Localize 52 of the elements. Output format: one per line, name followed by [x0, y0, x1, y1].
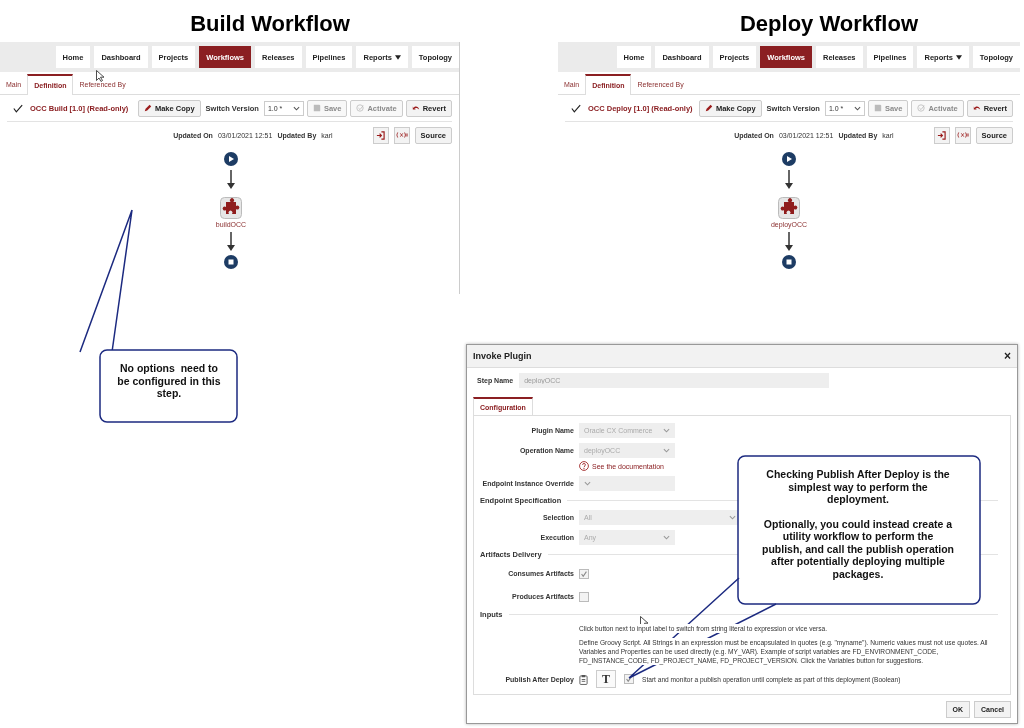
flow-arrow: [785, 232, 793, 251]
callout-text: Checking Publish After Deploy is the simplest way to perform the deployment.: [765, 468, 951, 506]
chevron-icon: [663, 535, 670, 540]
plugin-step-icon[interactable]: [220, 197, 242, 219]
variables-button[interactable]: [954, 126, 971, 144]
clipboard-icon[interactable]: [579, 673, 588, 685]
chevron-icon: [663, 448, 670, 453]
pencil-icon: [143, 104, 152, 112]
flow-arrow: [785, 170, 793, 189]
start-node-icon: [782, 152, 796, 166]
check-icon: [13, 103, 23, 113]
section-heading: Build Workflow: [189, 10, 351, 38]
check-circle-icon: [356, 104, 365, 112]
pencil-icon: [704, 104, 713, 112]
caret-icon: [955, 54, 962, 60]
login-button[interactable]: [372, 126, 389, 144]
select-field[interactable]: [579, 476, 675, 491]
chevron-icon: [292, 105, 300, 111]
start-node-icon: [224, 152, 238, 166]
login-icon: [937, 130, 947, 140]
variables-button[interactable]: [393, 126, 410, 144]
checkbox[interactable]: [624, 674, 634, 684]
login-button[interactable]: [933, 126, 950, 144]
save-icon: [312, 104, 321, 112]
callout-text: Optionally, you could instead create a utility workflow to perform the publish, and call the publish operation after potentially deploying multiple packages.: [762, 517, 954, 580]
plugin-step-icon[interactable]: [778, 197, 800, 219]
variables-icon: [956, 131, 969, 139]
checkbox[interactable]: [579, 568, 589, 579]
section-heading: Deploy Workflow: [738, 10, 920, 38]
variables-icon: [395, 131, 408, 139]
text-mode-button[interactable]: T: [596, 670, 616, 688]
chevron-icon: [584, 481, 591, 486]
caret-icon: [394, 54, 401, 60]
chevron-icon: [853, 105, 861, 111]
flow-arrow: [227, 170, 235, 189]
callout-text: No options need to be configured in this step.: [116, 362, 222, 400]
dialog-title: Invoke Plugin: [473, 351, 532, 361]
cursor-icon: [96, 70, 104, 82]
flow-arrow: [227, 232, 235, 251]
check-icon: [571, 103, 581, 113]
check-circle-icon: [917, 104, 926, 112]
end-node-icon: [782, 255, 796, 269]
undo-icon: [411, 104, 420, 112]
close-button[interactable]: ×: [1004, 349, 1011, 363]
end-node-icon: [224, 255, 238, 269]
checkbox[interactable]: [579, 591, 589, 602]
login-icon: [376, 130, 386, 140]
chevron-icon: [729, 515, 736, 520]
help-icon: [579, 461, 589, 471]
save-icon: [873, 104, 882, 112]
chevron-icon: [663, 428, 670, 433]
undo-icon: [972, 104, 981, 112]
